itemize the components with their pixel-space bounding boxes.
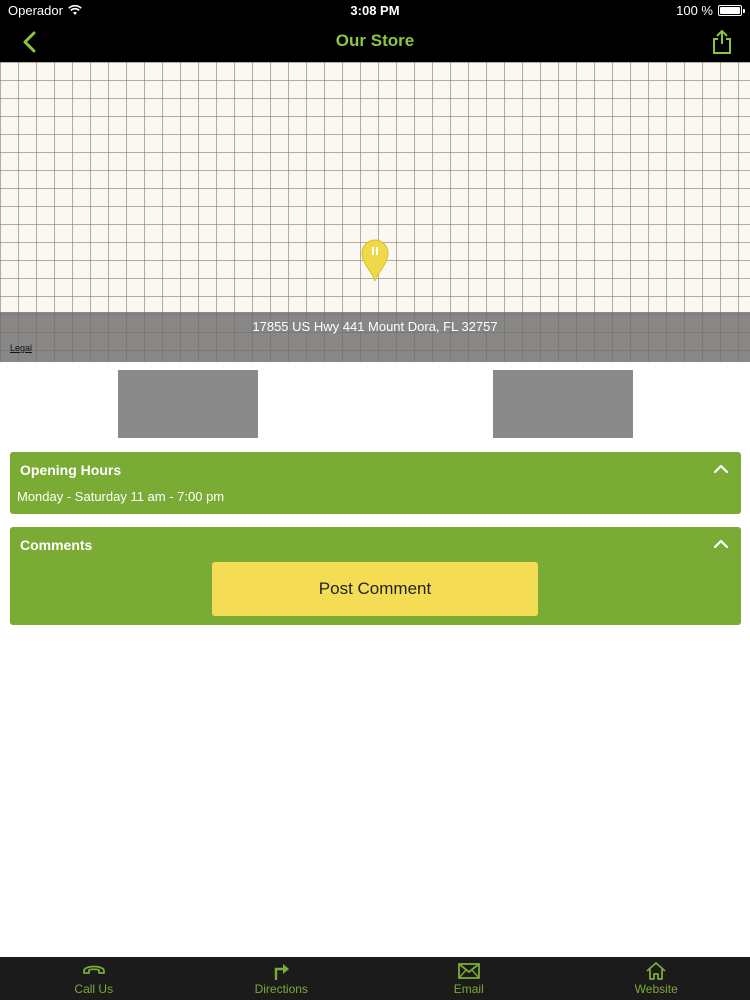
battery-icon	[718, 5, 745, 16]
home-icon	[646, 962, 666, 980]
tab-directions[interactable]: Directions	[188, 957, 376, 1000]
map-pin-icon[interactable]	[360, 238, 390, 282]
tab-website[interactable]: Website	[563, 957, 750, 1000]
share-icon[interactable]	[710, 29, 734, 55]
comments-panel: Comments Post Comment	[10, 527, 741, 625]
action-placeholder-right[interactable]	[493, 370, 633, 438]
chevron-up-icon[interactable]	[713, 461, 729, 477]
directions-icon	[275, 964, 290, 980]
tab-label: Website	[634, 982, 678, 996]
store-address: 17855 US Hwy 441 Mount Dora, FL 32757	[252, 319, 498, 334]
legal-link[interactable]: Legal	[10, 343, 32, 353]
nav-bar: Our Store	[0, 22, 750, 62]
opening-hours-panel: Opening Hours Monday - Saturday 11 am - …	[10, 452, 741, 514]
battery-fill	[720, 7, 740, 14]
battery-label: 100 %	[676, 3, 713, 18]
page-title: Our Store	[335, 31, 415, 50]
status-bar: Operador 3:08 PM 100 %	[0, 0, 750, 22]
opening-hours-title: Opening Hours	[20, 462, 122, 478]
tab-label: Email	[453, 982, 484, 996]
comments-title: Comments	[20, 537, 93, 553]
tab-call-us[interactable]: Call Us	[0, 957, 188, 1000]
tab-email[interactable]: Email	[375, 957, 563, 1000]
tab-label: Directions	[254, 982, 308, 996]
status-time: 3:08 PM	[350, 3, 400, 18]
action-placeholder-left[interactable]	[118, 370, 258, 438]
status-right: 100 %	[676, 3, 745, 18]
address-overlay: 17855 US Hwy 441 Mount Dora, FL 32757 Le…	[0, 312, 750, 362]
chevron-up-icon[interactable]	[713, 536, 729, 552]
store-map[interactable]: 17855 US Hwy 441 Mount Dora, FL 32757 Le…	[0, 62, 750, 362]
post-comment-button[interactable]: Post Comment	[212, 562, 538, 616]
tab-label: Call Us	[74, 982, 114, 996]
opening-hours-text: Monday - Saturday 11 am - 7:00 pm	[17, 489, 225, 504]
phone-icon	[82, 965, 105, 974]
email-icon	[457, 963, 480, 979]
tab-bar: Call Us Directions Email Website	[0, 957, 750, 1000]
